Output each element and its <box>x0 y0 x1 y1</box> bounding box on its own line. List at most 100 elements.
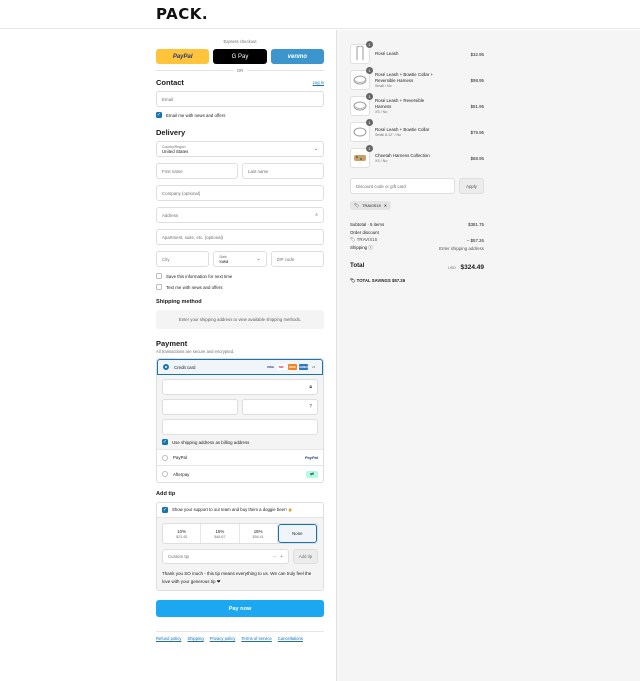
delivery-heading: Delivery <box>156 128 186 137</box>
expiry-field[interactable] <box>162 399 238 415</box>
credit-card-radio[interactable] <box>163 364 169 370</box>
pay-now-button[interactable]: Pay now <box>156 600 324 617</box>
shipping-method-heading: Shipping method <box>156 299 202 305</box>
tip-checkbox[interactable]: ✓ <box>162 507 168 513</box>
city-field[interactable]: City <box>156 251 210 267</box>
discover-icon: DISC <box>288 364 297 370</box>
save-info-checkbox[interactable] <box>156 273 162 279</box>
checkout-form: Express checkout PayPal G Pay venmo OR C… <box>0 30 336 681</box>
login-link[interactable]: Log in <box>313 80 324 85</box>
product-thumbnail: 1 <box>350 145 373 168</box>
afterpay-radio[interactable] <box>162 471 168 477</box>
discount-tag: 🏷︎ TRAVIS15 ✕ <box>350 201 392 210</box>
billing-same-checkbox[interactable]: ✓ <box>162 439 168 445</box>
shipping-value: Enter shipping address <box>439 245 484 251</box>
terms-link[interactable]: Terms of service <box>241 636 271 641</box>
amex-icon: AMEX <box>299 364 308 370</box>
item-price: $32.95 <box>470 51 484 57</box>
currency-label: USD <box>448 266 457 270</box>
tip-option-10[interactable]: 10% $23.45 <box>163 524 202 543</box>
minus-icon[interactable]: − <box>273 554 276 560</box>
lock-icon: 🔒︎ <box>309 384 312 390</box>
search-icon: ⌕ <box>315 212 318 218</box>
custom-tip-field[interactable]: Custom tip − + <box>162 549 289 564</box>
shipping-link[interactable]: Shipping <box>187 636 203 641</box>
news-checkbox[interactable]: ✓ <box>156 112 162 118</box>
venmo-button[interactable]: venmo <box>270 49 324 64</box>
add-tip-button[interactable]: Add tip <box>293 549 318 564</box>
cancellations-link[interactable]: Cancellations <box>278 636 303 641</box>
quantity-badge: 1 <box>366 67 373 74</box>
discount-row: Discount code or gift card Apply <box>350 178 484 194</box>
last-name-field[interactable]: Last name <box>242 163 324 179</box>
paypal-label: PayPal <box>173 455 187 460</box>
name-on-card-field[interactable] <box>162 419 318 435</box>
tip-option-15[interactable]: 15% $48.67 <box>201 524 240 543</box>
totals: Subtotal · 5 items $381.75 Order discount… <box>350 220 484 284</box>
tip-option-18[interactable]: 18% $58.41 <box>240 524 278 543</box>
plus-icon[interactable]: + <box>280 554 283 560</box>
payment-heading: Payment <box>156 339 188 348</box>
remove-icon[interactable]: ✕ <box>384 203 387 208</box>
card-form: 🔒︎ ? ✓ Use shipping address as billing a… <box>157 375 323 450</box>
discount-field[interactable]: Discount code or gift card <box>350 178 455 194</box>
express-buttons: PayPal G Pay venmo <box>156 49 324 64</box>
payment-subtitle: All transactions are secure and encrypte… <box>156 349 235 354</box>
first-name-field[interactable]: First name <box>156 163 238 179</box>
google-pay-button[interactable]: G Pay <box>213 49 267 64</box>
apartment-field[interactable]: Apartment, suite, etc. (optional) <box>156 229 324 245</box>
total-label: Total <box>350 261 365 269</box>
tip-options-panel: 10% $23.45 15% $48.67 18% $58.41 None Custo… <box>157 518 323 590</box>
product-thumbnail: 1 <box>350 93 373 116</box>
shipping-label: Shipping <box>350 245 368 250</box>
email-field[interactable]: Email <box>156 91 324 107</box>
help-icon[interactable]: ⓘ <box>368 245 372 250</box>
more-cards-label: +5 <box>311 365 316 369</box>
afterpay-option[interactable]: Afterpay ⇄ <box>157 466 323 482</box>
help-icon: ? <box>309 404 312 410</box>
item-price: $98.95 <box>470 77 484 83</box>
mastercard-icon: MC <box>277 364 286 370</box>
contact-heading: Contact <box>156 78 184 87</box>
save-info-label: Save this information for next time <box>166 273 233 279</box>
credit-card-option[interactable]: Credit card VISA MC DISC AMEX +5 <box>157 359 323 375</box>
paypal-option[interactable]: PayPal PayPal <box>157 450 323 466</box>
card-number-field[interactable]: 🔒︎ <box>162 379 318 395</box>
zip-field[interactable]: ZIP code <box>270 251 324 267</box>
afterpay-label: Afterpay <box>173 471 190 477</box>
tip-option-none[interactable]: None <box>277 524 317 543</box>
or-divider: OR <box>156 68 324 73</box>
tip-pct: None <box>292 531 303 536</box>
paypal-radio[interactable] <box>162 454 168 461</box>
billing-same-label: Use shipping address as billing address <box>172 439 250 445</box>
quantity-badge: 1 <box>366 119 373 126</box>
address-placeholder: Address <box>162 212 179 218</box>
country-select[interactable]: Country/Region United States ⌄ <box>156 141 324 157</box>
footer-links: Refund policy Shipping Privacy policy Te… <box>156 631 324 641</box>
item-variant: Small 8-12" / No <box>375 133 402 137</box>
item-name: Rosé Leash + Reversible Harness <box>375 98 425 109</box>
state-select[interactable]: State Iowa ⌄ <box>213 251 267 267</box>
brand-logo[interactable]: PACK. <box>156 5 208 23</box>
tag-icon: 🏷︎ <box>354 203 360 208</box>
company-field[interactable]: Company (optional) <box>156 185 324 201</box>
item-price: $88.95 <box>470 155 484 161</box>
order-discount-label: Order discount <box>350 229 379 235</box>
tip-options: 10% $23.45 15% $48.67 18% $58.41 None <box>162 523 318 544</box>
tip-support-row[interactable]: ✓ Show your support to our team and buy … <box>157 503 323 518</box>
subtotal-label: Subtotal · 5 items <box>350 221 385 227</box>
security-code-field[interactable]: ? <box>242 399 318 415</box>
text-me-label: Text me with news and offers <box>166 284 223 290</box>
paypal-express-button[interactable]: PayPal <box>156 49 210 64</box>
refund-policy-link[interactable]: Refund policy <box>156 636 181 641</box>
privacy-policy-link[interactable]: Privacy policy <box>210 636 236 641</box>
tag-icon: 🏷︎ <box>350 278 356 283</box>
text-me-checkbox[interactable] <box>156 284 162 290</box>
address-field[interactable]: Address ⌕ <box>156 207 324 223</box>
apply-button[interactable]: Apply <box>459 178 484 194</box>
custom-tip-placeholder: Custom tip <box>168 554 189 559</box>
tip-amount: $48.67 <box>214 534 226 539</box>
chevron-down-icon: ⌄ <box>256 256 261 262</box>
tip-support-label: Show your support to our team and buy th… <box>172 507 294 512</box>
discount-code-label: TRAVIS15 <box>356 237 378 242</box>
